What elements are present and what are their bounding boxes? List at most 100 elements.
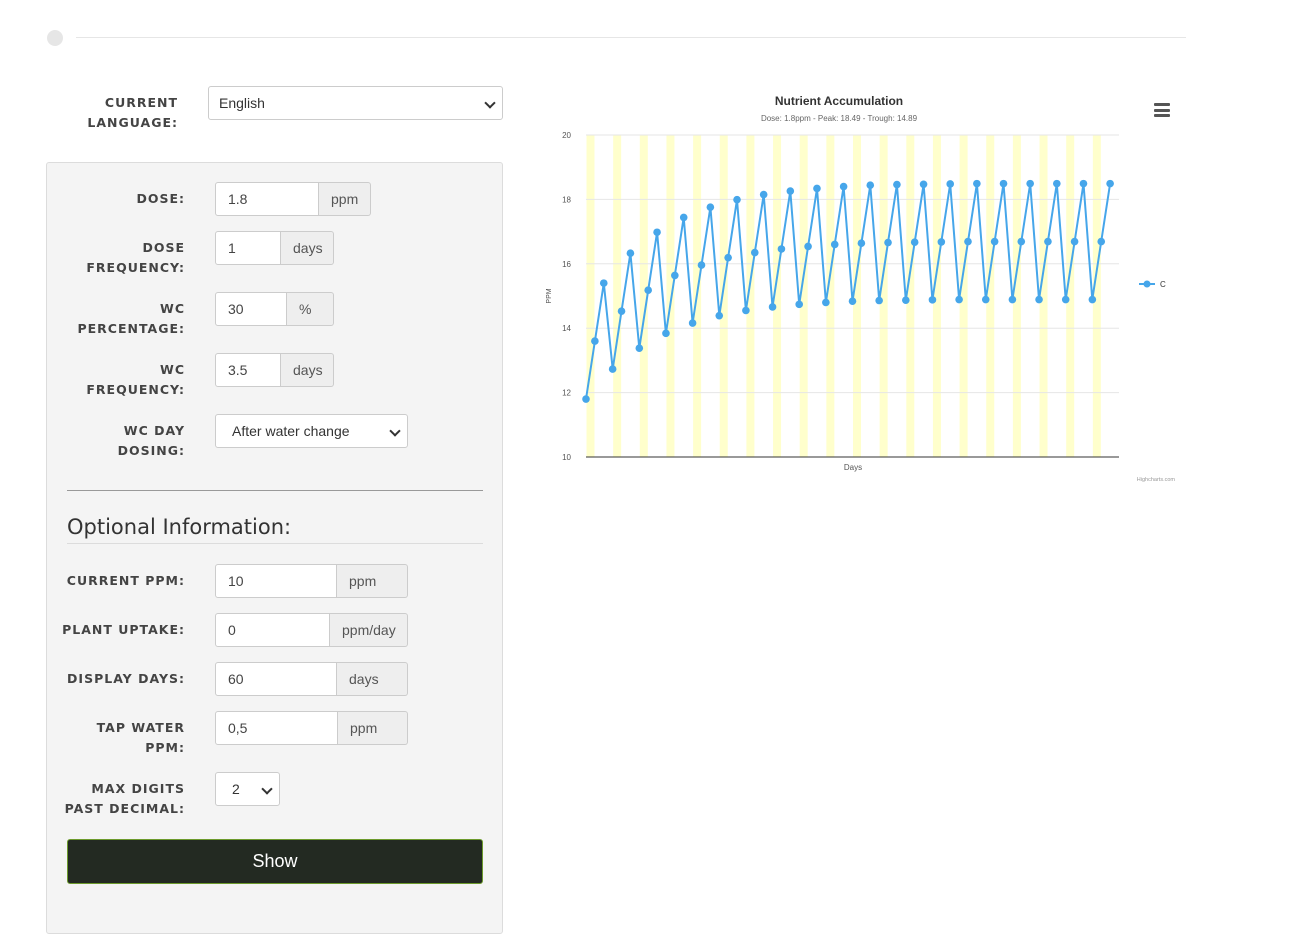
data-point[interactable]: [848, 297, 857, 305]
data-point[interactable]: [1070, 237, 1079, 246]
data-point[interactable]: [653, 228, 661, 237]
data-point[interactable]: [759, 190, 768, 199]
dose-frequency-label: DOSE FREQUENCY:: [86, 240, 185, 275]
current-ppm-unit: ppm: [337, 564, 408, 598]
data-point[interactable]: [937, 238, 946, 246]
current-ppm-label: CURRENT PPM:: [66, 573, 185, 588]
water-change-band: [719, 135, 728, 457]
data-point[interactable]: [733, 195, 741, 204]
wc-percentage-input[interactable]: 30: [215, 292, 287, 326]
data-point[interactable]: [777, 245, 786, 253]
wc-day-dosing-select[interactable]: After water change: [215, 414, 408, 448]
display-days-input[interactable]: 60: [215, 662, 337, 696]
data-point[interactable]: [875, 296, 883, 305]
data-point[interactable]: [1097, 237, 1106, 246]
current-ppm-input[interactable]: 10: [215, 564, 337, 598]
tap-water-ppm-input[interactable]: 0,5: [215, 711, 338, 745]
data-point[interactable]: [1044, 237, 1052, 246]
y-tick-label: 20: [562, 131, 571, 140]
y-tick-label: 10: [562, 453, 571, 462]
data-point[interactable]: [697, 261, 706, 269]
data-point[interactable]: [599, 279, 608, 287]
data-point[interactable]: [1088, 295, 1097, 304]
max-digits-select[interactable]: 2: [215, 772, 280, 806]
data-point[interactable]: [822, 298, 830, 307]
data-point[interactable]: [813, 184, 821, 193]
data-point[interactable]: [1026, 179, 1034, 188]
y-axis-title: PPM: [546, 288, 553, 303]
data-point[interactable]: [582, 395, 590, 403]
data-point[interactable]: [706, 203, 715, 211]
data-point[interactable]: [688, 319, 697, 327]
data-point[interactable]: [742, 306, 750, 315]
data-point[interactable]: [857, 239, 866, 247]
data-point[interactable]: [1053, 179, 1061, 188]
data-point[interactable]: [724, 253, 732, 262]
y-tick-label: 18: [562, 195, 571, 204]
water-change-band: [1039, 135, 1048, 457]
chart-menu-icon[interactable]: [1154, 103, 1170, 117]
top-divider: [76, 37, 1186, 38]
data-point[interactable]: [1061, 295, 1070, 304]
data-point[interactable]: [999, 179, 1008, 188]
data-point[interactable]: [626, 249, 635, 257]
data-point[interactable]: [768, 303, 777, 311]
data-point[interactable]: [919, 180, 928, 189]
water-change-band: [613, 135, 622, 457]
water-change-band: [586, 135, 595, 457]
data-point[interactable]: [910, 238, 919, 247]
plant-uptake-input[interactable]: 0: [215, 613, 330, 647]
data-point[interactable]: [928, 296, 937, 304]
data-point[interactable]: [964, 237, 972, 246]
data-point[interactable]: [955, 295, 963, 304]
show-button[interactable]: Show: [67, 839, 483, 884]
data-point[interactable]: [644, 286, 652, 295]
water-change-band: [1012, 135, 1021, 457]
dose-input[interactable]: 1.8: [215, 182, 319, 216]
data-point[interactable]: [804, 242, 812, 251]
data-point[interactable]: [662, 329, 670, 338]
chart-svg: 10 12 14 16 18 20 Nutrient Accumulation Dose:…: [546, 94, 1176, 483]
data-point[interactable]: [973, 179, 981, 188]
data-point[interactable]: [946, 180, 955, 188]
data-point[interactable]: [981, 295, 990, 304]
language-select-value: English: [219, 95, 265, 111]
dose-frequency-input[interactable]: 1: [215, 231, 281, 265]
nutrient-chart: 10 12 14 16 18 20 Nutrient Accumulation Dose:…: [520, 80, 1190, 490]
wc-frequency-input[interactable]: 3.5: [215, 353, 281, 387]
data-point[interactable]: [1017, 237, 1026, 246]
legend-marker: [1143, 280, 1151, 288]
data-point[interactable]: [830, 240, 839, 249]
data-point[interactable]: [866, 181, 875, 190]
data-point[interactable]: [1035, 295, 1043, 304]
data-point[interactable]: [635, 344, 644, 352]
data-point[interactable]: [671, 271, 679, 280]
dose-frequency-unit: days: [281, 231, 334, 265]
tap-water-ppm-label: TAP WATER PPM:: [96, 720, 185, 755]
data-point[interactable]: [893, 180, 901, 189]
data-point[interactable]: [990, 237, 999, 246]
data-point[interactable]: [795, 300, 803, 309]
current-language-label: CURRENT LANGUAGE:: [87, 95, 178, 130]
data-point[interactable]: [617, 307, 626, 315]
water-change-band: [986, 135, 995, 457]
data-point[interactable]: [839, 182, 848, 191]
data-point[interactable]: [750, 248, 759, 257]
legend[interactable]: C: [1139, 280, 1166, 289]
data-point[interactable]: [608, 365, 617, 373]
data-point[interactable]: [884, 238, 892, 247]
data-point[interactable]: [591, 337, 599, 345]
dose-label: DOSE:: [136, 191, 185, 206]
data-point[interactable]: [1106, 179, 1114, 188]
data-point[interactable]: [902, 296, 910, 304]
water-change-band: [1066, 135, 1075, 457]
language-select[interactable]: English: [208, 86, 503, 120]
chart-credits[interactable]: Highcharts.com: [1137, 477, 1176, 483]
data-point[interactable]: [786, 187, 795, 195]
wc-frequency-label: WC FREQUENCY:: [86, 362, 185, 397]
data-point[interactable]: [1008, 295, 1017, 304]
data-point[interactable]: [1079, 179, 1088, 188]
data-point[interactable]: [715, 311, 724, 320]
data-point[interactable]: [679, 213, 688, 222]
wc-frequency-unit: days: [281, 353, 334, 387]
